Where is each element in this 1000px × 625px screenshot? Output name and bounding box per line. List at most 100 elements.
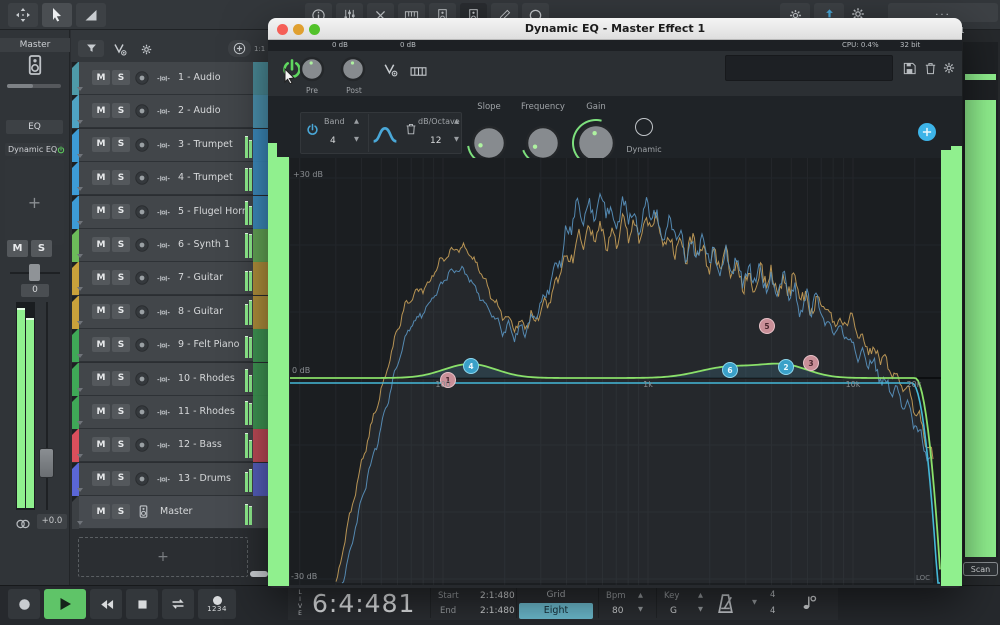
stereo-mode-icon[interactable]: [15, 516, 31, 532]
mute-button[interactable]: M: [92, 404, 110, 419]
expand-chevron[interactable]: [77, 488, 83, 492]
band-delete-button[interactable]: [404, 122, 418, 136]
bpm-down-button[interactable]: ▼: [638, 606, 643, 613]
master-fader-handle[interactable]: [39, 448, 54, 478]
keyboard-button[interactable]: [410, 63, 427, 80]
expand-chevron[interactable]: [77, 221, 83, 225]
time-signature-bottom[interactable]: 4: [770, 606, 775, 616]
expand-chevron[interactable]: [77, 354, 83, 358]
minimize-window-button[interactable]: [293, 24, 304, 35]
track-row[interactable]: MS13 - Drums: [72, 463, 268, 496]
bpm-value[interactable]: 80: [612, 606, 623, 616]
track-row[interactable]: MS8 - Guitar: [72, 296, 268, 329]
scan-button[interactable]: Scan: [963, 562, 998, 576]
band-up-button[interactable]: ▲: [354, 118, 359, 125]
arrow-tool-button[interactable]: [42, 3, 72, 27]
expand-chevron[interactable]: [77, 321, 83, 325]
record-arm-button[interactable]: [134, 70, 150, 86]
save-preset-button[interactable]: [902, 61, 917, 76]
solo-button[interactable]: S: [112, 371, 130, 386]
monitor-button[interactable]: [156, 238, 172, 254]
master-track-row[interactable]: MSMaster: [72, 496, 268, 529]
record-arm-button[interactable]: [134, 270, 150, 286]
track-filter-button[interactable]: [78, 40, 104, 57]
rewind-button[interactable]: [90, 589, 122, 619]
expand-chevron[interactable]: [77, 521, 83, 525]
mute-button[interactable]: M: [92, 270, 110, 285]
solo-button[interactable]: S: [112, 103, 130, 118]
expand-chevron[interactable]: [77, 287, 83, 291]
solo-button[interactable]: S: [112, 204, 130, 219]
metronome-button[interactable]: [714, 592, 737, 615]
eq-band-handle-2[interactable]: 2: [778, 359, 794, 375]
count-in-button[interactable]: 1234: [198, 589, 236, 619]
track-row[interactable]: MS10 - Rhodes: [72, 363, 268, 396]
grid-value-button[interactable]: Eight: [519, 603, 593, 619]
time-signature-top[interactable]: 4: [770, 590, 775, 600]
track-settings-button[interactable]: [140, 43, 153, 56]
monitor-speaker-icon[interactable]: [23, 53, 47, 77]
record-arm-button[interactable]: [134, 337, 150, 353]
band-value[interactable]: 4: [330, 136, 336, 146]
end-value[interactable]: 2:1:480: [480, 606, 515, 616]
mute-button[interactable]: M: [92, 137, 110, 152]
live-indicator[interactable]: LIVE: [294, 589, 306, 617]
track-row[interactable]: MS12 - Bass: [72, 429, 268, 462]
master-mute-button[interactable]: M: [7, 240, 28, 257]
octave-up-button[interactable]: ▲: [454, 118, 459, 125]
mute-button[interactable]: M: [92, 103, 110, 118]
solo-button[interactable]: S: [112, 337, 130, 352]
eq-band-handle-5[interactable]: 5: [759, 318, 775, 334]
solo-button[interactable]: S: [112, 137, 130, 152]
track-row[interactable]: MS3 - Trumpet: [72, 129, 268, 162]
solo-button[interactable]: S: [112, 270, 130, 285]
record-arm-button[interactable]: [134, 304, 150, 320]
band-shape-button[interactable]: [372, 121, 398, 147]
add-insert-plus[interactable]: +: [28, 193, 41, 212]
plugin-settings-button[interactable]: [942, 61, 956, 75]
monitor-button[interactable]: [156, 104, 172, 120]
key-value[interactable]: G: [670, 606, 677, 616]
expand-chevron[interactable]: [77, 254, 83, 258]
key-up-button[interactable]: ▲: [698, 592, 703, 599]
insert-slot-dynamic-eq[interactable]: Dynamic EQ: [5, 143, 64, 156]
solo-button[interactable]: S: [112, 170, 130, 185]
tempo-note-button[interactable]: [800, 593, 818, 611]
mute-button[interactable]: M: [92, 170, 110, 185]
monitor-button[interactable]: [156, 472, 172, 488]
move-tool-button[interactable]: [8, 3, 38, 27]
inspector-slider[interactable]: [7, 84, 61, 88]
monitor-button[interactable]: [156, 305, 172, 321]
preset-box[interactable]: [725, 55, 893, 81]
master-gain-value[interactable]: +0.0: [37, 514, 67, 529]
close-window-button[interactable]: [277, 24, 288, 35]
delete-preset-button[interactable]: [923, 61, 938, 76]
master-solo-button[interactable]: S: [31, 240, 52, 257]
solo-button[interactable]: S: [112, 70, 130, 85]
mute-button[interactable]: M: [92, 304, 110, 319]
pan-value[interactable]: 0: [21, 284, 49, 297]
record-arm-button[interactable]: [134, 137, 150, 153]
stop-button[interactable]: [126, 589, 158, 619]
record-arm-button[interactable]: [134, 204, 150, 220]
expand-chevron[interactable]: [77, 154, 83, 158]
expand-chevron[interactable]: [77, 454, 83, 458]
record-arm-button[interactable]: [134, 404, 150, 420]
eq-band-handle-3[interactable]: 3: [803, 355, 819, 371]
track-row[interactable]: MS1 - Audio: [72, 62, 268, 95]
eq-band-handle-6[interactable]: 6: [722, 362, 738, 378]
mute-button[interactable]: M: [92, 70, 110, 85]
expand-chevron[interactable]: [77, 388, 83, 392]
band-down-button[interactable]: ▼: [354, 136, 359, 143]
solo-button[interactable]: S: [112, 504, 130, 519]
mute-button[interactable]: M: [92, 371, 110, 386]
monitor-button[interactable]: [156, 338, 172, 354]
bpm-up-button[interactable]: ▲: [638, 592, 643, 599]
mute-button[interactable]: M: [92, 237, 110, 252]
record-arm-button[interactable]: [134, 471, 150, 487]
expand-chevron[interactable]: [77, 120, 83, 124]
monitor-button[interactable]: [156, 138, 172, 154]
solo-button[interactable]: S: [112, 304, 130, 319]
monitor-button[interactable]: [156, 372, 172, 388]
expand-chevron[interactable]: [77, 187, 83, 191]
